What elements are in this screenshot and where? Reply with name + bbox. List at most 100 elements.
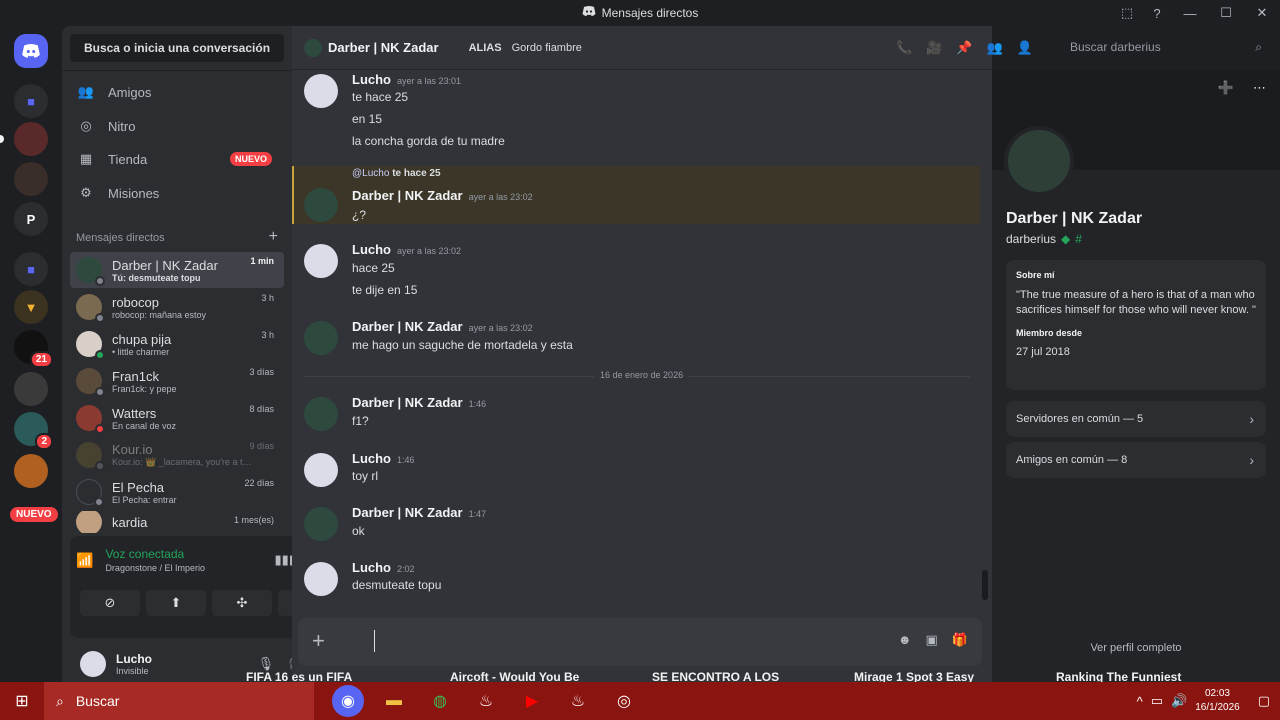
- voice-call-icon[interactable]: 📞: [896, 40, 912, 56]
- network-icon[interactable]: ▭: [1151, 693, 1163, 709]
- voice-channel-link[interactable]: Dragonstone / El Imperio: [105, 563, 205, 573]
- avatar[interactable]: [304, 74, 338, 108]
- message-author[interactable]: Darber | NK Zadar: [352, 188, 463, 203]
- inbox-icon[interactable]: ⬚: [1112, 5, 1142, 21]
- emoji-icon[interactable]: ☻: [898, 632, 912, 648]
- video-call-icon[interactable]: 🎥: [926, 40, 942, 56]
- server-avatar[interactable]: 2: [14, 412, 53, 450]
- profile-username: darberius ◆ #: [1006, 232, 1082, 246]
- server-folder-icon[interactable]: ■: [14, 84, 48, 118]
- server-avatar[interactable]: [14, 454, 48, 488]
- dm-item[interactable]: chupa pija • little charmer 3 h: [70, 326, 284, 362]
- avatar[interactable]: [304, 244, 338, 278]
- dm-item[interactable]: Fran1ck Fran1ck: y pepe 3 días: [70, 363, 284, 399]
- server-avatar[interactable]: [0, 122, 48, 156]
- steam-client-icon[interactable]: ♨: [562, 685, 594, 717]
- chevron-right-icon: ›: [1249, 452, 1254, 468]
- server-avatar[interactable]: ▼: [14, 290, 48, 324]
- nav-shop[interactable]: ▦ Tienda NUEVO: [70, 143, 284, 175]
- activities-button[interactable]: ✣: [212, 590, 272, 616]
- taskbar-search[interactable]: ⌕ Buscar: [44, 682, 314, 720]
- message-text: f1?: [352, 414, 369, 428]
- avatar: [76, 257, 105, 286]
- gift-icon[interactable]: 🎁: [952, 632, 968, 648]
- camera-off-button[interactable]: ⊘: [80, 590, 140, 616]
- message-text: la concha gorda de tu madre: [352, 134, 505, 148]
- dm-search-input[interactable]: Buscar darberius ⌕: [1064, 35, 1268, 59]
- server-rail: ■ P ■ ▼ 21 2 NUEVO: [0, 26, 62, 682]
- volume-icon[interactable]: 🔊: [1171, 693, 1187, 709]
- avatar[interactable]: [304, 397, 338, 431]
- find-conversation-button[interactable]: Busca o inicia una conversación: [70, 34, 284, 62]
- view-full-profile-link[interactable]: Ver perfil completo: [992, 642, 1280, 654]
- obs-icon[interactable]: ◎: [608, 685, 640, 717]
- avatar[interactable]: [304, 321, 338, 355]
- minimize-button[interactable]: —: [1172, 6, 1208, 21]
- server-avatar[interactable]: [14, 162, 48, 196]
- nav-quests[interactable]: ⚙ Misiones: [70, 177, 284, 209]
- server-letter-p[interactable]: P: [14, 202, 48, 236]
- chat-scrollbar[interactable]: [982, 570, 988, 600]
- maximize-button[interactable]: ☐: [1208, 5, 1244, 21]
- user-profile-icon[interactable]: 👤: [1017, 40, 1033, 56]
- message-author[interactable]: Darber | NK Zadar: [352, 505, 463, 520]
- message-composer[interactable]: + ☻ ▣ 🎁: [298, 618, 982, 666]
- home-button[interactable]: [14, 34, 48, 68]
- dm-item[interactable]: robocop robocop: mañana estoy 3 h: [70, 289, 284, 325]
- windows-start-icon[interactable]: ⊞: [0, 682, 44, 720]
- message-author[interactable]: Lucho: [352, 451, 391, 466]
- dm-item[interactable]: kardia 1 mes(es): [70, 511, 284, 533]
- avatar[interactable]: [304, 562, 338, 596]
- dm-item[interactable]: El Pecha El Pecha: entrar 22 días: [70, 474, 284, 510]
- dm-section-header: Mensajes directos +: [76, 228, 278, 245]
- reply-preview[interactable]: @Lucho te hace 25: [352, 168, 441, 179]
- dm-sidebar: Busca o inicia una conversación 👥 Amigos…: [62, 26, 342, 682]
- message-author[interactable]: Darber | NK Zadar: [352, 395, 463, 410]
- steam-icon[interactable]: ♨: [470, 685, 502, 717]
- message-text: te hace 25: [352, 90, 409, 104]
- window-title: Mensajes directos: [582, 6, 698, 20]
- nav-nitro[interactable]: ◎ Nitro: [70, 110, 284, 142]
- nav-friends[interactable]: 👥 Amigos: [70, 76, 284, 108]
- message-author[interactable]: Lucho: [352, 242, 391, 257]
- message-author[interactable]: Lucho: [352, 560, 391, 575]
- close-button[interactable]: ✕: [1244, 5, 1280, 21]
- avatar[interactable]: [304, 507, 338, 541]
- add-friends-icon[interactable]: 👥: [987, 40, 1003, 56]
- chat-header: Darber | NK Zadar ALIAS Gordo fiambre: [292, 26, 992, 70]
- notifications-icon[interactable]: ▢: [1258, 693, 1270, 709]
- server-folder-icon[interactable]: ■: [14, 252, 48, 286]
- file-explorer-icon[interactable]: ▬: [378, 685, 410, 717]
- message-author[interactable]: Darber | NK Zadar: [352, 319, 463, 334]
- chrome-icon[interactable]: ◍: [424, 685, 456, 717]
- avatar[interactable]: [304, 188, 338, 222]
- alias-value[interactable]: Gordo fiambre: [512, 42, 582, 54]
- new-dm-plus-icon[interactable]: +: [269, 229, 278, 245]
- discord-app-icon[interactable]: ◉: [332, 685, 364, 717]
- microphone-icon[interactable]: 🎙: [258, 656, 275, 672]
- more-options-icon[interactable]: ⋯: [1253, 80, 1266, 96]
- show-hidden-icons-icon[interactable]: ^: [1137, 694, 1143, 709]
- message-author[interactable]: Lucho: [352, 72, 391, 87]
- clock[interactable]: 02:03 16/1/2026: [1195, 687, 1240, 715]
- message-text: en 15: [352, 112, 383, 126]
- pin-icon[interactable]: 📌: [956, 40, 972, 56]
- dm-item[interactable]: Kour.io Kour.io: 👑 _lacamera, you're a tr…: [70, 437, 284, 473]
- mutual-servers-button[interactable]: Servidores en común — 5 ›: [1006, 401, 1266, 437]
- dm-item[interactable]: Darber | NK Zadar Tú: desmuteate topu 1 m…: [70, 252, 284, 288]
- mutual-friends-button[interactable]: Amigos en común — 8 ›: [1006, 442, 1266, 478]
- server-avatar[interactable]: 21: [14, 330, 53, 368]
- screen-share-button[interactable]: ⬆: [146, 590, 206, 616]
- add-friend-icon[interactable]: ➕: [1218, 80, 1234, 96]
- avatar[interactable]: [304, 453, 338, 487]
- attach-plus-icon[interactable]: +: [312, 630, 325, 652]
- dm-item[interactable]: Watters En canal de voz 8 días: [70, 400, 284, 436]
- discord-icon: [582, 6, 596, 20]
- sticker-icon[interactable]: ▣: [926, 632, 938, 648]
- server-avatar[interactable]: [14, 372, 48, 406]
- profile-avatar[interactable]: [1004, 126, 1074, 196]
- message-text: desmuteate topu: [352, 578, 442, 592]
- message-text: hace 25: [352, 261, 395, 275]
- help-icon[interactable]: ?: [1142, 6, 1172, 21]
- youtube-music-icon[interactable]: ▶: [516, 685, 548, 717]
